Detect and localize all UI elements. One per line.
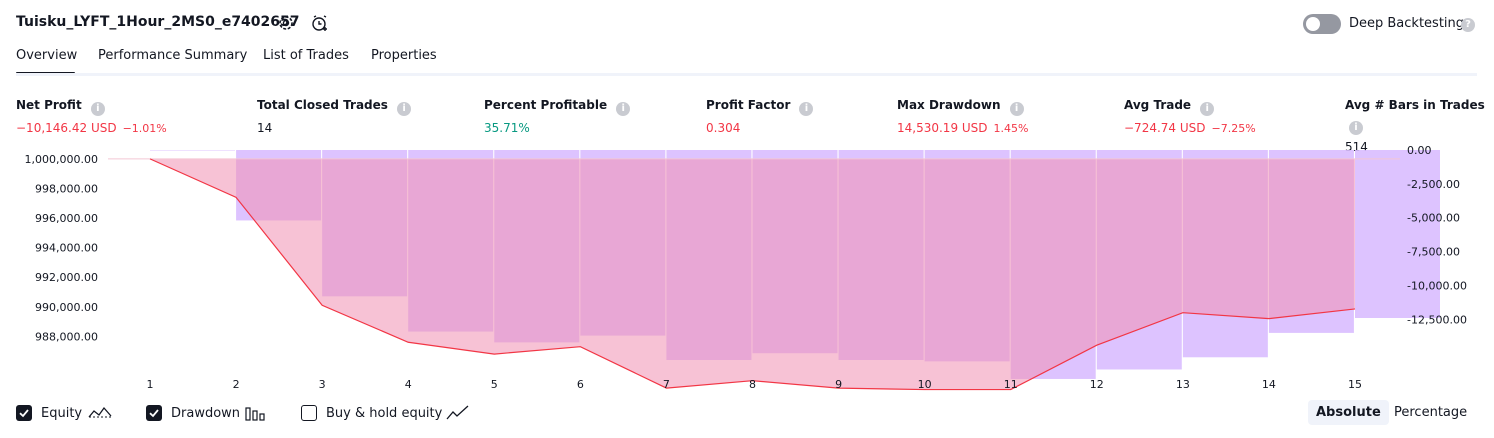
left-axis-tick-label: 992,000.00: [35, 271, 98, 284]
absolute-mode-button[interactable]: Absolute: [1308, 400, 1389, 425]
info-icon[interactable]: i: [1200, 102, 1215, 116]
x-axis-tick-label: 2: [233, 378, 240, 391]
metric-label: Total Closed Trades: [257, 98, 388, 112]
drawdown-bar: [1355, 150, 1440, 318]
left-axis-tick-label: 996,000.00: [35, 212, 98, 225]
metric-value: 0.304: [706, 121, 741, 135]
x-axis-tick-label: 8: [749, 378, 756, 391]
legend-label: Equity: [41, 406, 83, 421]
percentage-mode-button[interactable]: Percentage: [1394, 405, 1467, 420]
metric-net-profit: Net Profit i −10,146.42 USD −1.01%: [16, 94, 167, 135]
x-axis-tick-label: 11: [1004, 378, 1018, 391]
x-axis-tick-label: 14: [1262, 378, 1276, 391]
right-axis-tick-label: 0.00: [1407, 144, 1432, 157]
right-axis-tick-label: -2,500.00: [1407, 178, 1460, 191]
x-axis-tick-label: 12: [1090, 378, 1104, 391]
left-axis-tick-label: 994,000.00: [35, 242, 98, 255]
tab-performance-summary[interactable]: Performance Summary: [98, 48, 247, 63]
left-axis-tick-label: 1,000,000.00: [25, 153, 98, 166]
metric-label: Profit Factor: [706, 98, 791, 112]
x-axis-tick-label: 5: [491, 378, 498, 391]
x-axis-tick-label: 6: [577, 378, 584, 391]
left-axis-tick-label: 998,000.00: [35, 182, 98, 195]
x-axis-tick-label: 13: [1176, 378, 1190, 391]
metric-value: −10,146.42 USD −1.01%: [16, 121, 167, 135]
metric-avg-trade: Avg Trade i −724.74 USD −7.25%: [1124, 94, 1256, 135]
equity-checkbox[interactable]: [16, 405, 32, 421]
right-axis-tick-label: -7,500.00: [1407, 246, 1460, 259]
metric-value: 35.71%: [484, 121, 530, 135]
drawdown-bars-icon: [245, 405, 267, 427]
deep-backtesting-label: Deep Backtesting: [1349, 16, 1465, 31]
equity-line-icon: [88, 404, 112, 426]
metric-profit-factor: Profit Factor i 0.304: [706, 94, 814, 135]
drawdown-bar: [150, 150, 235, 151]
metric-total-closed-trades: Total Closed Trades i 14: [257, 94, 412, 135]
tab-overview[interactable]: Overview: [16, 48, 77, 63]
right-axis-tick-label: -5,000.00: [1407, 212, 1460, 225]
tab-list-of-trades[interactable]: List of Trades: [263, 48, 349, 63]
buy-hold-checkbox[interactable]: [301, 405, 317, 421]
metric-label: Max Drawdown: [897, 98, 1001, 112]
right-axis-tick-label: -10,000.00: [1407, 279, 1467, 292]
info-icon[interactable]: i: [1349, 121, 1363, 135]
info-icon[interactable]: i: [397, 102, 412, 116]
metric-label: Avg # Bars in Trades: [1345, 98, 1485, 112]
buy-hold-line-icon: [446, 404, 470, 426]
add-alert-clock-icon[interactable]: [311, 14, 329, 32]
info-icon[interactable]: i: [1009, 102, 1024, 116]
x-axis-tick-label: 3: [319, 378, 326, 391]
x-axis-tick-label: 15: [1348, 378, 1362, 391]
metric-label: Avg Trade: [1124, 98, 1192, 112]
x-axis-tick-label: 7: [663, 378, 670, 391]
strategy-title: Tuisku_LYFT_1Hour_2MS0_e7402657: [16, 14, 300, 30]
x-axis-tick-label: 9: [835, 378, 842, 391]
chart-canvas: 1,000,000.00 998,000.00 996,000.00 994,000.…: [25, 144, 1467, 391]
tabs-divider: [16, 73, 1477, 76]
deep-backtesting-help-icon[interactable]: ?: [1461, 18, 1475, 32]
left-axis-tick-label: 990,000.00: [35, 301, 98, 314]
x-axis-tick-label: 1: [147, 378, 154, 391]
equity-chart[interactable]: 1,000,000.00 998,000.00 996,000.00 994,000.…: [0, 140, 1494, 400]
drawdown-checkbox[interactable]: [146, 405, 162, 421]
info-icon[interactable]: i: [90, 102, 105, 116]
tab-properties[interactable]: Properties: [371, 48, 437, 63]
metric-label: Net Profit: [16, 98, 82, 112]
info-icon[interactable]: i: [799, 102, 814, 116]
x-axis-tick-label: 4: [405, 378, 412, 391]
metric-value: 14,530.19 USD 1.45%: [897, 121, 1029, 135]
metric-value: −724.74 USD −7.25%: [1124, 121, 1256, 135]
settings-gear-icon[interactable]: [277, 14, 295, 32]
deep-backtesting-toggle[interactable]: [1303, 14, 1341, 34]
x-axis-tick-label: 10: [918, 378, 932, 391]
metric-value: 14: [257, 121, 273, 135]
metric-percent-profitable: Percent Profitable i 35.71%: [484, 94, 631, 135]
legend-label: Drawdown: [171, 406, 241, 421]
right-axis-tick-label: -12,500.00: [1407, 313, 1467, 326]
metric-label: Percent Profitable: [484, 98, 608, 112]
info-icon[interactable]: i: [616, 102, 631, 116]
metric-max-drawdown: Max Drawdown i 14,530.19 USD 1.45%: [897, 94, 1028, 135]
left-axis-tick-label: 988,000.00: [35, 330, 98, 343]
toggle-knob: [1306, 17, 1320, 31]
legend-label: Buy & hold equity: [326, 406, 443, 421]
